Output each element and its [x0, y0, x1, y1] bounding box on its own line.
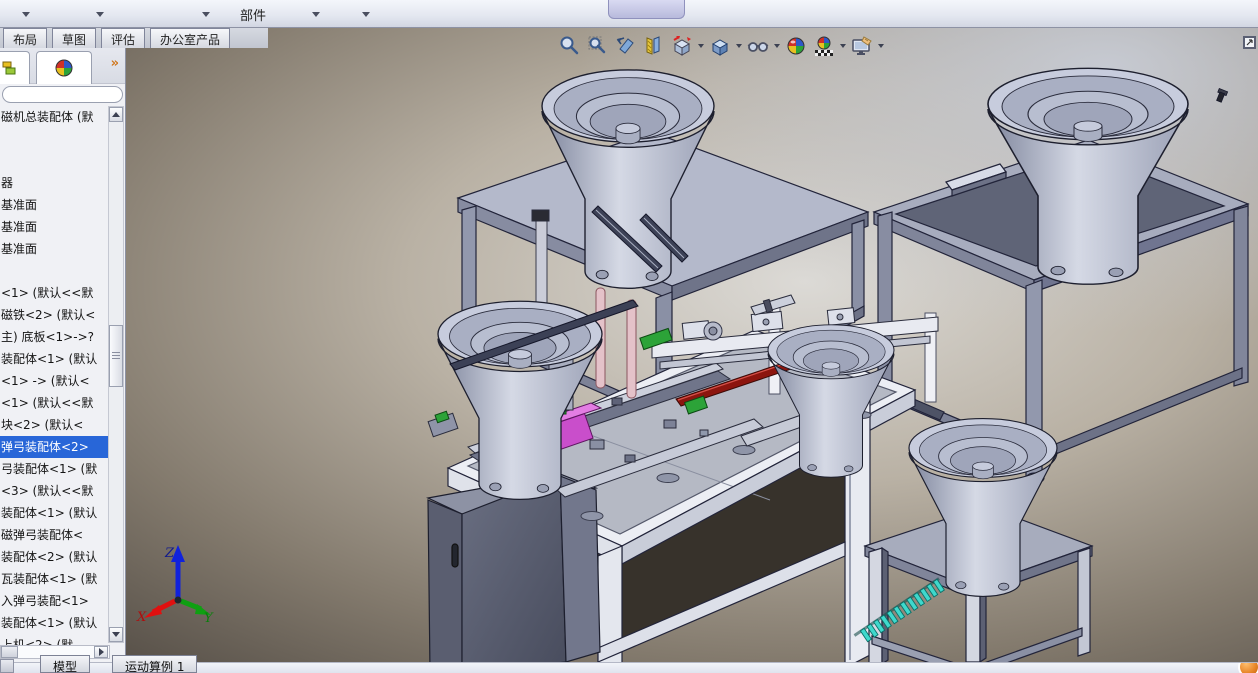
- assembly-3d-scene[interactable]: Z X Y: [0, 28, 1258, 662]
- apply-scene-dropdown[interactable]: [838, 31, 847, 61]
- pane-restore-button[interactable]: [1243, 36, 1256, 49]
- quick-access-button[interactable]: [608, 0, 685, 19]
- commandmanager-tab[interactable]: 草图: [52, 28, 97, 48]
- tree-item[interactable]: 主) 底板<1>->?: [0, 326, 108, 348]
- scrollbar-thumb[interactable]: [109, 325, 123, 387]
- feature-tree: 磁机总装配体 (默器基准面 基准面 基准面 <1> (默认<<默 磁铁<2> (默认< 主…: [0, 106, 108, 656]
- tree-item[interactable]: 瓦装配体<1> (默: [0, 568, 108, 590]
- tree-item[interactable]: 块<2> (默认<: [0, 414, 108, 436]
- tree-item[interactable]: 基准面: [0, 216, 108, 238]
- featuremanager-panel: » 磁机总装配体 (默器基准面 基准面 基准面 <1> (默认<<默 磁铁<2> (默认…: [0, 48, 126, 662]
- tree-item[interactable]: 磁弹弓装配体<: [0, 524, 108, 546]
- view-settings-dropdown[interactable]: [876, 31, 885, 61]
- tree-item[interactable]: [0, 128, 108, 150]
- previous-view-icon[interactable]: [612, 31, 639, 61]
- scroll-right-button[interactable]: [94, 646, 108, 658]
- commandmanager-tab[interactable]: 办公室产品: [150, 28, 231, 48]
- view-settings-icon[interactable]: [848, 31, 875, 61]
- commandmanager-tab[interactable]: 评估: [101, 28, 146, 48]
- document-tab[interactable]: 运动算例 1: [112, 655, 198, 673]
- tree-item[interactable]: 磁机总装配体 (默: [0, 106, 108, 128]
- tree-item[interactable]: 弓装配体<1> (默: [0, 458, 108, 480]
- view-orientation-dropdown[interactable]: [696, 31, 705, 61]
- panel-overflow-chevron[interactable]: »: [111, 56, 119, 71]
- tree-item[interactable]: 装配体<1> (默认: [0, 502, 108, 524]
- ribbon-collapsed-row: 部件: [0, 0, 1258, 28]
- pane-splitter-handle[interactable]: [0, 659, 14, 673]
- tree-item[interactable]: 入弹弓装配<1>: [0, 590, 108, 612]
- graphics-viewport[interactable]: Z X Y: [0, 28, 1258, 662]
- featuremanager-tree-tab[interactable]: [0, 51, 30, 84]
- resources-ball-icon[interactable]: [1238, 663, 1258, 673]
- scroll-up-button[interactable]: [109, 107, 123, 122]
- tree-item[interactable]: 弹弓装配体<2>: [0, 436, 108, 458]
- commandmanager-tab-strip: 布局 草图 评估 办公室产品: [0, 28, 268, 48]
- h-scrollbar-thumb[interactable]: [1, 646, 18, 658]
- tree-item[interactable]: <3> (默认<<默: [0, 480, 108, 502]
- tree-filter-input[interactable]: [2, 86, 123, 103]
- control-cabinet[interactable]: [426, 473, 601, 662]
- y-axis-label: Y: [204, 611, 214, 626]
- ribbon-group-label[interactable]: 部件: [240, 5, 266, 24]
- pink-cylinder[interactable]: [626, 299, 637, 399]
- scroll-down-button[interactable]: [109, 627, 123, 642]
- cabinet-handle[interactable]: [451, 543, 459, 568]
- heads-up-view-toolbar: [556, 30, 885, 62]
- toolbar-overflow-arrow-icon[interactable]: [202, 12, 210, 17]
- display-style-dropdown[interactable]: [734, 31, 743, 61]
- tree-item[interactable]: 装配体<1> (默认: [0, 612, 108, 634]
- tree-item[interactable]: <1> (默认<<默: [0, 392, 108, 414]
- edit-appearance-icon[interactable]: [782, 31, 809, 61]
- hide-show-items-icon[interactable]: [744, 31, 771, 61]
- document-tab[interactable]: 模型: [40, 655, 91, 673]
- commandmanager-tab[interactable]: 布局: [3, 28, 48, 48]
- tree-item[interactable]: 器: [0, 172, 108, 194]
- section-view-icon[interactable]: [640, 31, 667, 61]
- toolbar-overflow-arrow-icon[interactable]: [312, 12, 320, 17]
- tree-item[interactable]: [0, 150, 108, 172]
- displaymanager-tab[interactable]: [36, 51, 92, 84]
- pneumatic-cylinder[interactable]: [535, 213, 548, 313]
- hide-show-items-dropdown[interactable]: [772, 31, 781, 61]
- panel-tab-strip: »: [0, 48, 125, 84]
- tree-item[interactable]: 装配体<2> (默认: [0, 546, 108, 568]
- tree-item[interactable]: <1> -> (默认<: [0, 370, 108, 392]
- toolbar-overflow-arrow-icon[interactable]: [96, 12, 104, 17]
- view-orientation-icon[interactable]: [668, 31, 695, 61]
- tree-vertical-scrollbar[interactable]: [108, 106, 124, 643]
- tree-item[interactable]: <1> (默认<<默: [0, 282, 108, 304]
- zoom-to-area-icon[interactable]: [584, 31, 611, 61]
- tree-item[interactable]: [0, 260, 108, 282]
- x-axis-label: X: [136, 610, 147, 625]
- zoom-to-fit-icon[interactable]: [556, 31, 583, 61]
- toolbar-overflow-arrow-icon[interactable]: [22, 12, 30, 17]
- display-style-icon[interactable]: [706, 31, 733, 61]
- tree-item[interactable]: 基准面: [0, 194, 108, 216]
- apply-scene-icon[interactable]: [810, 31, 837, 61]
- toolbar-overflow-arrow-icon[interactable]: [362, 12, 370, 17]
- tree-item[interactable]: 磁铁<2> (默认<: [0, 304, 108, 326]
- tree-item[interactable]: 装配体<1> (默认: [0, 348, 108, 370]
- z-axis-label: Z: [164, 546, 175, 561]
- solidworks-window: 部件 布局 草图 评估 办公室产品 Z X Y » 磁机总装配体 (默 器 基准…: [0, 0, 1258, 673]
- tree-item[interactable]: 基准面: [0, 238, 108, 260]
